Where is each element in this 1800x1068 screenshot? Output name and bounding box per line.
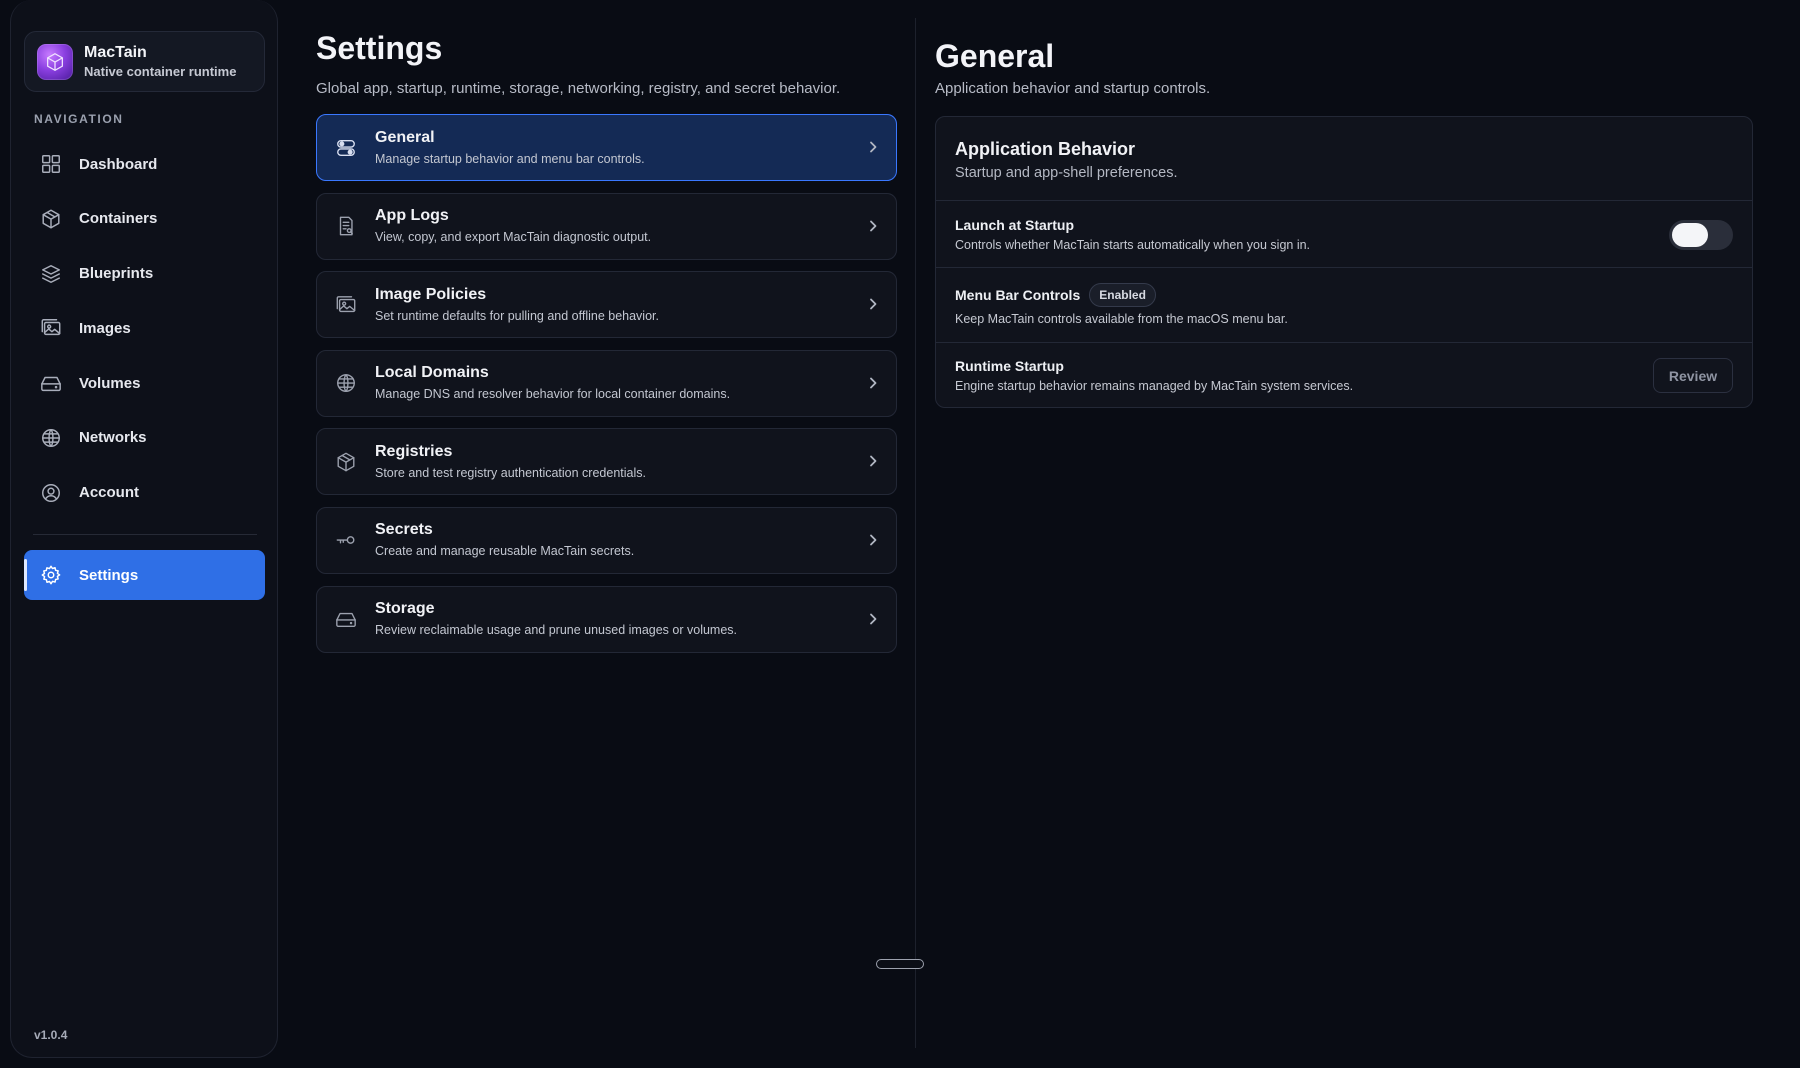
images-icon xyxy=(39,316,63,340)
settings-category-storage[interactable]: Storage Review reclaimable usage and pru… xyxy=(316,585,897,653)
category-description: Manage startup behavior and menu bar con… xyxy=(375,151,645,166)
setting-title-wrap: Menu Bar Controls Enabled xyxy=(955,283,1733,307)
category-description: View, copy, and export MacTain diagnosti… xyxy=(375,230,652,245)
setting-title: Menu Bar Controls xyxy=(955,287,1081,303)
category-description: Review reclaimable usage and prune unuse… xyxy=(375,623,738,638)
chevron-right-icon xyxy=(865,532,881,548)
chevron-right-icon xyxy=(865,453,881,469)
sidebar-item-volumes[interactable]: Volumes xyxy=(24,358,265,408)
log-file-icon xyxy=(334,214,358,238)
setting-row-launch-at-startup: Launch at Startup Controls whether MacTa… xyxy=(936,201,1752,268)
layers-icon xyxy=(39,262,63,286)
application-behavior-panel: Application Behavior Startup and app-she… xyxy=(935,116,1753,408)
sidebar-item-account[interactable]: Account xyxy=(24,468,265,518)
category-title: Storage xyxy=(375,600,435,618)
app-name: MacTain xyxy=(84,43,147,61)
sidebar-item-label: Volumes xyxy=(79,374,141,392)
toggles-icon xyxy=(334,136,358,160)
setting-description: Controls whether MacTain starts automati… xyxy=(955,238,1311,252)
status-badge: Enabled xyxy=(1089,283,1156,307)
sidebar-item-label: Images xyxy=(79,319,131,337)
chevron-right-icon xyxy=(865,139,881,155)
images-icon xyxy=(334,293,358,317)
category-title: Image Policies xyxy=(375,285,487,303)
sidebar-item-containers[interactable]: Containers xyxy=(24,194,265,244)
setting-description: Engine startup behavior remains managed … xyxy=(955,379,1354,393)
sidebar-item-label: Networks xyxy=(79,429,147,447)
page-title: Settings xyxy=(316,30,443,66)
settings-category-local-domains[interactable]: Local Domains Manage DNS and resolver be… xyxy=(316,349,897,417)
settings-category-image-policies[interactable]: Image Policies Set runtime defaults for … xyxy=(316,271,897,339)
setting-title: Runtime Startup xyxy=(955,358,1064,374)
category-description: Store and test registry authentication c… xyxy=(375,465,646,480)
cube-icon xyxy=(39,207,63,231)
chevron-right-icon xyxy=(865,218,881,234)
app-version: v1.0.4 xyxy=(34,1028,68,1042)
key-icon xyxy=(334,528,358,552)
drive-icon xyxy=(39,371,63,395)
category-title: Registries xyxy=(375,442,453,460)
sidebar-item-label: Settings xyxy=(79,566,139,584)
dashboard-icon xyxy=(39,152,63,176)
chevron-right-icon xyxy=(865,611,881,627)
settings-category-app-logs[interactable]: App Logs View, copy, and export MacTain … xyxy=(316,192,897,260)
globe-icon xyxy=(39,426,63,450)
sidebar: MacTain Native container runtime NAVIGAT… xyxy=(10,0,278,1058)
sidebar-item-blueprints[interactable]: Blueprints xyxy=(24,249,265,299)
category-title: Secrets xyxy=(375,521,433,539)
gear-icon xyxy=(39,563,63,587)
category-description: Create and manage reusable MacTain secre… xyxy=(375,544,635,559)
settings-category-secrets[interactable]: Secrets Create and manage reusable MacTa… xyxy=(316,506,897,574)
setting-description: Keep MacTain controls available from the… xyxy=(955,312,1288,326)
category-title: Local Domains xyxy=(375,364,489,382)
category-description: Set runtime defaults for pulling and off… xyxy=(375,308,659,323)
nav-divider xyxy=(33,534,257,535)
sidebar-item-networks[interactable]: Networks xyxy=(24,413,265,463)
nav-list: Dashboard Containers Blueprints Images V… xyxy=(24,139,265,523)
sidebar-item-dashboard[interactable]: Dashboard xyxy=(24,139,265,189)
sidebar-item-label: Dashboard xyxy=(79,155,158,173)
settings-category-general[interactable]: General Manage startup behavior and menu… xyxy=(316,114,897,181)
drive-icon xyxy=(334,607,358,631)
setting-row-runtime-startup: Runtime Startup Engine startup behavior … xyxy=(936,343,1752,407)
settings-category-registries[interactable]: Registries Store and test registry authe… xyxy=(316,428,897,496)
setting-title: Launch at Startup xyxy=(955,217,1075,233)
app-subtitle: Native container runtime xyxy=(84,63,237,79)
pane-splitter[interactable] xyxy=(915,18,916,1048)
detail-subtitle: Application behavior and startup control… xyxy=(935,80,1211,97)
sidebar-item-settings[interactable]: Settings xyxy=(24,550,265,600)
toggle-knob xyxy=(1672,223,1708,247)
setting-row-menu-bar-controls: Menu Bar Controls Enabled Keep MacTain c… xyxy=(936,268,1752,343)
category-title: App Logs xyxy=(375,207,449,225)
panel-title: Application Behavior xyxy=(955,139,1136,159)
chevron-right-icon xyxy=(865,296,881,312)
panel-subtitle: Startup and app-shell preferences. xyxy=(955,165,1178,181)
brand-header[interactable]: MacTain Native container runtime xyxy=(24,31,265,92)
category-title: General xyxy=(375,128,435,146)
globe-icon xyxy=(334,371,358,395)
cube-icon xyxy=(334,450,358,474)
user-circle-icon xyxy=(39,481,63,505)
panel-header: Application Behavior Startup and app-she… xyxy=(936,117,1752,201)
page-subtitle: Global app, startup, runtime, storage, n… xyxy=(316,80,841,97)
sidebar-item-label: Containers xyxy=(79,210,158,228)
detail-title: General xyxy=(935,38,1055,74)
settings-category-list: General Manage startup behavior and menu… xyxy=(316,114,897,664)
splitter-handle[interactable] xyxy=(876,959,924,969)
sidebar-item-images[interactable]: Images xyxy=(24,303,265,353)
chevron-right-icon xyxy=(865,375,881,391)
settings-list-pane: Settings Global app, startup, runtime, s… xyxy=(316,0,897,1068)
sidebar-item-label: Blueprints xyxy=(79,265,154,283)
nav-heading: NAVIGATION xyxy=(34,112,124,126)
sidebar-item-label: Account xyxy=(79,484,139,502)
launch-at-startup-toggle[interactable] xyxy=(1669,220,1733,250)
category-description: Manage DNS and resolver behavior for loc… xyxy=(375,387,731,402)
review-button[interactable]: Review xyxy=(1653,358,1733,393)
app-logo xyxy=(37,43,73,80)
